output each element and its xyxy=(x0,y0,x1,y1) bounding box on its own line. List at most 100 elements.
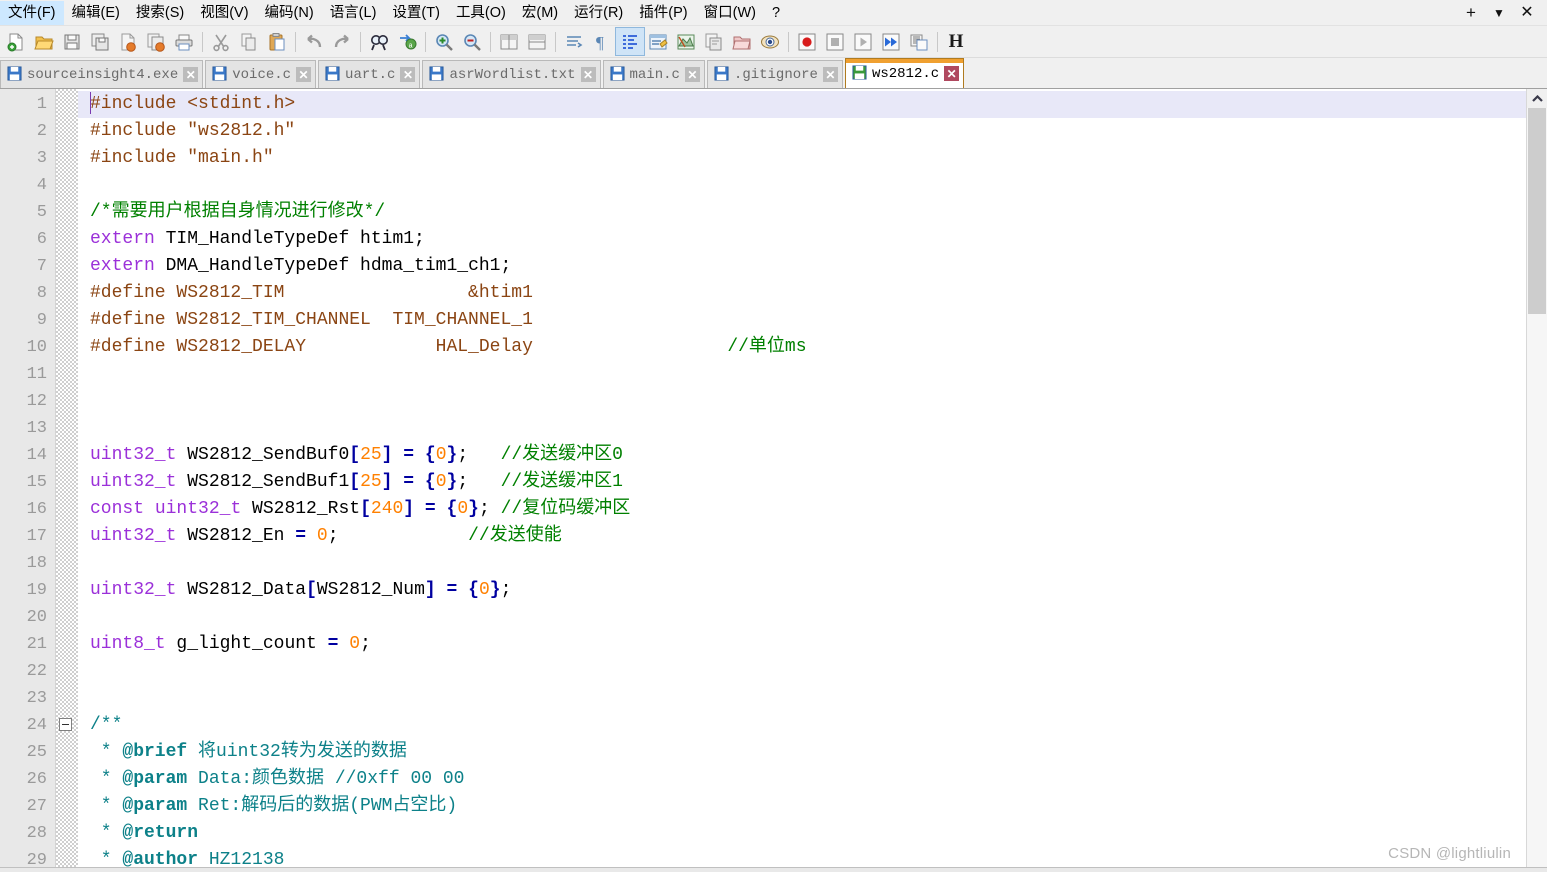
code-line[interactable] xyxy=(78,388,1526,415)
add-tab-button[interactable]: + xyxy=(1457,3,1485,23)
copy-icon[interactable] xyxy=(235,28,263,55)
folder-as-workspace-icon[interactable] xyxy=(728,28,756,55)
menu-encoding[interactable]: 编码(N) xyxy=(257,1,322,25)
tab-close-button[interactable]: ✕ xyxy=(183,67,199,82)
code-line[interactable]: uint32_t WS2812_SendBuf0[25] = {0}; //发送… xyxy=(78,442,1526,469)
tab-asrwordlist-txt[interactable]: asrWordlist.txt ✕ xyxy=(422,60,601,88)
user-defined-language-icon[interactable] xyxy=(644,28,672,55)
save-all-icon[interactable] xyxy=(86,28,114,55)
show-all-characters-icon[interactable]: ¶ xyxy=(588,28,616,55)
vertical-scrollbar[interactable] xyxy=(1526,89,1547,872)
tab-close-button[interactable]: ✕ xyxy=(580,67,596,82)
undo-icon[interactable] xyxy=(300,28,328,55)
macro-play-icon[interactable] xyxy=(849,28,877,55)
code-line[interactable] xyxy=(78,172,1526,199)
code-line[interactable]: #include "main.h" xyxy=(78,145,1526,172)
zoom-in-icon[interactable] xyxy=(430,28,458,55)
tab-main-c[interactable]: main.c ✕ xyxy=(602,60,705,88)
close-all-files-icon[interactable] xyxy=(142,28,170,55)
zoom-out-icon[interactable] xyxy=(458,28,486,55)
code-line[interactable]: #define WS2812_DELAY HAL_Delay //单位ms xyxy=(78,334,1526,361)
menu-tools[interactable]: 工具(O) xyxy=(448,1,514,25)
code-line[interactable]: #define WS2812_TIM &htim1 xyxy=(78,280,1526,307)
menu-macro[interactable]: 宏(M) xyxy=(514,1,566,25)
macro-record-icon[interactable] xyxy=(793,28,821,55)
code-line[interactable]: /*需要用户根据自身情况进行修改*/ xyxy=(78,199,1526,226)
close-file-icon[interactable] xyxy=(114,28,142,55)
menu-view[interactable]: 视图(V) xyxy=(192,1,256,25)
cut-icon[interactable] xyxy=(207,28,235,55)
code-line[interactable]: const uint32_t WS2812_Rst[240] = {0}; //… xyxy=(78,496,1526,523)
code-line[interactable]: * @brief 将uint32转为发送的数据 xyxy=(78,739,1526,766)
function-list-icon[interactable] xyxy=(700,28,728,55)
new-file-icon[interactable] xyxy=(2,28,30,55)
fold-margin[interactable] xyxy=(56,89,78,872)
code-line[interactable]: * @return xyxy=(78,820,1526,847)
tab-uart-c[interactable]: uart.c ✕ xyxy=(318,60,421,88)
menu-file[interactable]: 文件(F) xyxy=(0,0,64,25)
menu-plugins[interactable]: 插件(P) xyxy=(631,1,695,25)
code-line[interactable]: extern DMA_HandleTypeDef hdma_tim1_ch1; xyxy=(78,253,1526,280)
close-button[interactable]: ✕ xyxy=(1513,3,1541,23)
code-line[interactable] xyxy=(78,658,1526,685)
redo-icon[interactable] xyxy=(328,28,356,55)
code-line[interactable]: * @param Data:颜色数据 //0xff 00 00 xyxy=(78,766,1526,793)
menu-settings[interactable]: 设置(T) xyxy=(384,1,448,25)
fold-collapse-icon[interactable] xyxy=(59,718,72,731)
scroll-up-button[interactable] xyxy=(1527,89,1547,108)
code-line[interactable] xyxy=(78,361,1526,388)
sync-horizontal-scroll-icon[interactable] xyxy=(523,28,551,55)
indent-guide-icon[interactable] xyxy=(615,27,645,56)
tab-close-button[interactable]: ✕ xyxy=(684,67,700,82)
code-line[interactable]: #include "ws2812.h" xyxy=(78,118,1526,145)
code-line[interactable] xyxy=(78,550,1526,577)
scroll-thumb[interactable] xyxy=(1528,108,1546,315)
tab-close-button[interactable]: ✕ xyxy=(296,67,312,82)
open-file-icon[interactable] xyxy=(30,28,58,55)
code-token: 将uint32转为发送的数据 xyxy=(187,742,407,762)
macro-run-multiple-icon[interactable] xyxy=(877,28,905,55)
menu-search[interactable]: 搜索(S) xyxy=(128,1,192,25)
menu-run[interactable]: 运行(R) xyxy=(566,1,631,25)
tab-close-button[interactable]: ✕ xyxy=(400,67,416,82)
code-line[interactable]: * @param Ret:解码后的数据(PWM占空比) xyxy=(78,793,1526,820)
code-line[interactable]: uint32_t WS2812_SendBuf1[25] = {0}; //发送… xyxy=(78,469,1526,496)
macro-stop-icon[interactable] xyxy=(821,28,849,55)
code-line[interactable]: #define WS2812_TIM_CHANNEL TIM_CHANNEL_1 xyxy=(78,307,1526,334)
code-line[interactable] xyxy=(78,685,1526,712)
code-line[interactable]: uint8_t g_light_count = 0; xyxy=(78,631,1526,658)
code-line[interactable] xyxy=(78,415,1526,442)
code-line[interactable]: uint32_t WS2812_En = 0; //发送使能 xyxy=(78,523,1526,550)
code-line[interactable]: uint32_t WS2812_Data[WS2812_Num] = {0}; xyxy=(78,577,1526,604)
code-view[interactable]: 1 2 3 4 5 6 7 8 9 10 11 12 13 14 15 16 17 18 19 20 21 22 23 24 2… xyxy=(0,89,1526,872)
tab-voice-c[interactable]: voice.c ✕ xyxy=(205,60,317,88)
menu-window[interactable]: 窗口(W) xyxy=(696,1,764,25)
tab-close-button[interactable]: ✕ xyxy=(944,66,960,81)
menu-edit[interactable]: 编辑(E) xyxy=(64,1,128,25)
replace-icon[interactable]: a xyxy=(393,28,421,55)
dropdown-button[interactable]: ▼ xyxy=(1485,3,1513,23)
word-wrap-icon[interactable] xyxy=(560,28,588,55)
code-line[interactable]: #include <stdint.h> xyxy=(78,91,1526,118)
code-line[interactable]: extern TIM_HandleTypeDef htim1; xyxy=(78,226,1526,253)
fold-toggle[interactable] xyxy=(56,712,78,739)
save-icon[interactable] xyxy=(58,28,86,55)
code-line[interactable]: /** xyxy=(78,712,1526,739)
sync-vertical-scroll-icon[interactable] xyxy=(495,28,523,55)
macro-save-icon[interactable] xyxy=(905,28,933,55)
menu-help[interactable]: ? xyxy=(764,1,788,25)
tab-close-button[interactable]: ✕ xyxy=(822,67,838,82)
print-icon[interactable] xyxy=(170,28,198,55)
tab-ws2812-c[interactable]: ws2812.c ✕ xyxy=(844,58,965,88)
tab-gitignore[interactable]: .gitignore ✕ xyxy=(706,60,843,88)
scroll-track[interactable] xyxy=(1527,108,1547,872)
code-text-area[interactable]: #include <stdint.h> #include "ws2812.h" #i… xyxy=(78,89,1526,872)
hex-editor-icon[interactable]: H xyxy=(942,28,970,55)
paste-icon[interactable] xyxy=(263,28,291,55)
code-line[interactable] xyxy=(78,604,1526,631)
tab-sourceinsight4-exe[interactable]: sourceinsight4.exe ✕ xyxy=(0,60,204,88)
find-icon[interactable] xyxy=(365,28,393,55)
menu-language[interactable]: 语言(L) xyxy=(322,1,385,25)
document-map-icon[interactable] xyxy=(672,28,700,55)
monitoring-icon[interactable] xyxy=(756,28,784,55)
